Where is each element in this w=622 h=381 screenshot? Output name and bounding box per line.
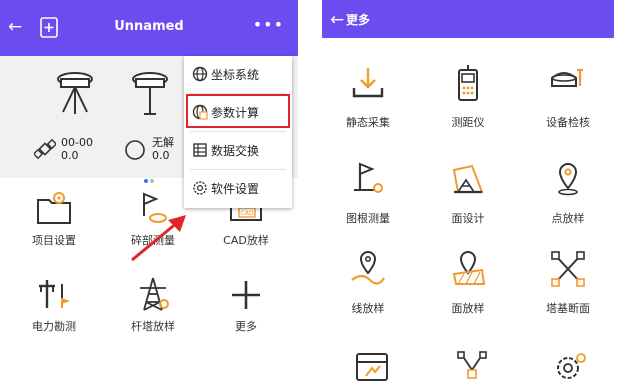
cad-badge: CAD [241,210,254,217]
grid-item-static-collect[interactable]: 静态采集 [322,64,414,130]
circle-icon [125,140,145,160]
grid-item-line-stakeout[interactable]: 线放样 [322,250,414,316]
power-pole-icon [39,280,70,308]
tower-icon [140,277,169,311]
grid-item-rangefinder[interactable]: 测距仪 [422,64,514,130]
app-title: 更多 [346,13,371,27]
point-stakeout-icon [558,162,578,196]
overflow-menu-button[interactable]: ••• [253,15,284,34]
card-icon[interactable] [352,350,392,381]
grid-item-tower-section[interactable]: 塔基断面 [522,250,614,316]
back-button[interactable]: ← [330,10,344,30]
app-bar: ← Unnamed ••• [0,0,298,56]
app-bar: ← 更多 [322,0,614,38]
rover-gps-status: 00-00 0.0 [61,136,93,162]
page-indicator [143,168,155,187]
surface-stakeout-icon [452,250,486,285]
control-survey-icon [354,162,383,193]
globe-icon [192,66,208,82]
rangefinder-icon [458,65,478,101]
menu-item-data-exchange[interactable]: 数据交换 [184,134,292,168]
menu-divider [190,131,286,132]
overflow-menu: 坐标系统 参数计算 数据交换 软件设置 [184,56,292,208]
rover-receiver-icon[interactable] [55,70,95,116]
grid-item-point-stakeout[interactable]: 点放样 [522,160,614,226]
page-dot [150,179,154,183]
base-gps-status: 无解 0.0 [152,136,174,162]
folder-gear-icon [37,192,71,224]
grid-item-project-settings[interactable]: 项目设置 [8,190,100,248]
settings-icon [193,181,207,195]
grid-item-surface-design[interactable]: 面设计 [422,160,514,226]
menu-divider [190,169,286,170]
grid-item-label: CAD放样 [223,234,269,247]
grid-item-label: 项目设置 [32,234,76,247]
menu-item-software-settings[interactable]: 软件设置 [184,172,292,206]
device-check-icon [551,68,583,87]
main-screen: ← Unnamed ••• 00-00 0.0 无解 0.0 项目设置 碎部测量… [0,0,298,381]
more-screen: ← 更多 静态采集 测距仪 设备检核 图根测量 面设计 点放样 线放样 面放样 … [322,0,614,381]
highlight-box [186,94,290,128]
grid-item-label: 杆塔放样 [131,320,175,333]
grid-item-control-survey[interactable]: 图根测量 [322,160,414,226]
plus-icon [232,281,260,309]
satellite-icon [34,139,56,159]
surface-design-icon [452,164,484,194]
gear-icon[interactable] [550,350,590,381]
annotation-arrow [131,215,186,262]
data-exchange-icon [193,143,207,157]
page-dot-active [144,179,148,183]
menu-item-coordinate-system[interactable]: 坐标系统 [184,58,292,92]
grid-item-tower-stakeout[interactable]: 杆塔放样 [107,276,199,334]
grid-item-more[interactable]: 更多 [200,276,292,334]
grid-item-label: 电力勘测 [32,320,76,333]
base-receiver-icon[interactable] [130,70,170,116]
static-collect-icon [352,68,384,98]
line-stakeout-icon [351,250,385,285]
grid-item-surface-stakeout[interactable]: 面放样 [422,250,514,316]
grid-item-device-check[interactable]: 设备检核 [522,64,614,130]
grid-item-label: 更多 [235,320,257,333]
grid-item-power-survey[interactable]: 电力勘测 [8,276,100,334]
tower-section-icon [551,251,585,287]
network-icon[interactable] [452,350,492,381]
